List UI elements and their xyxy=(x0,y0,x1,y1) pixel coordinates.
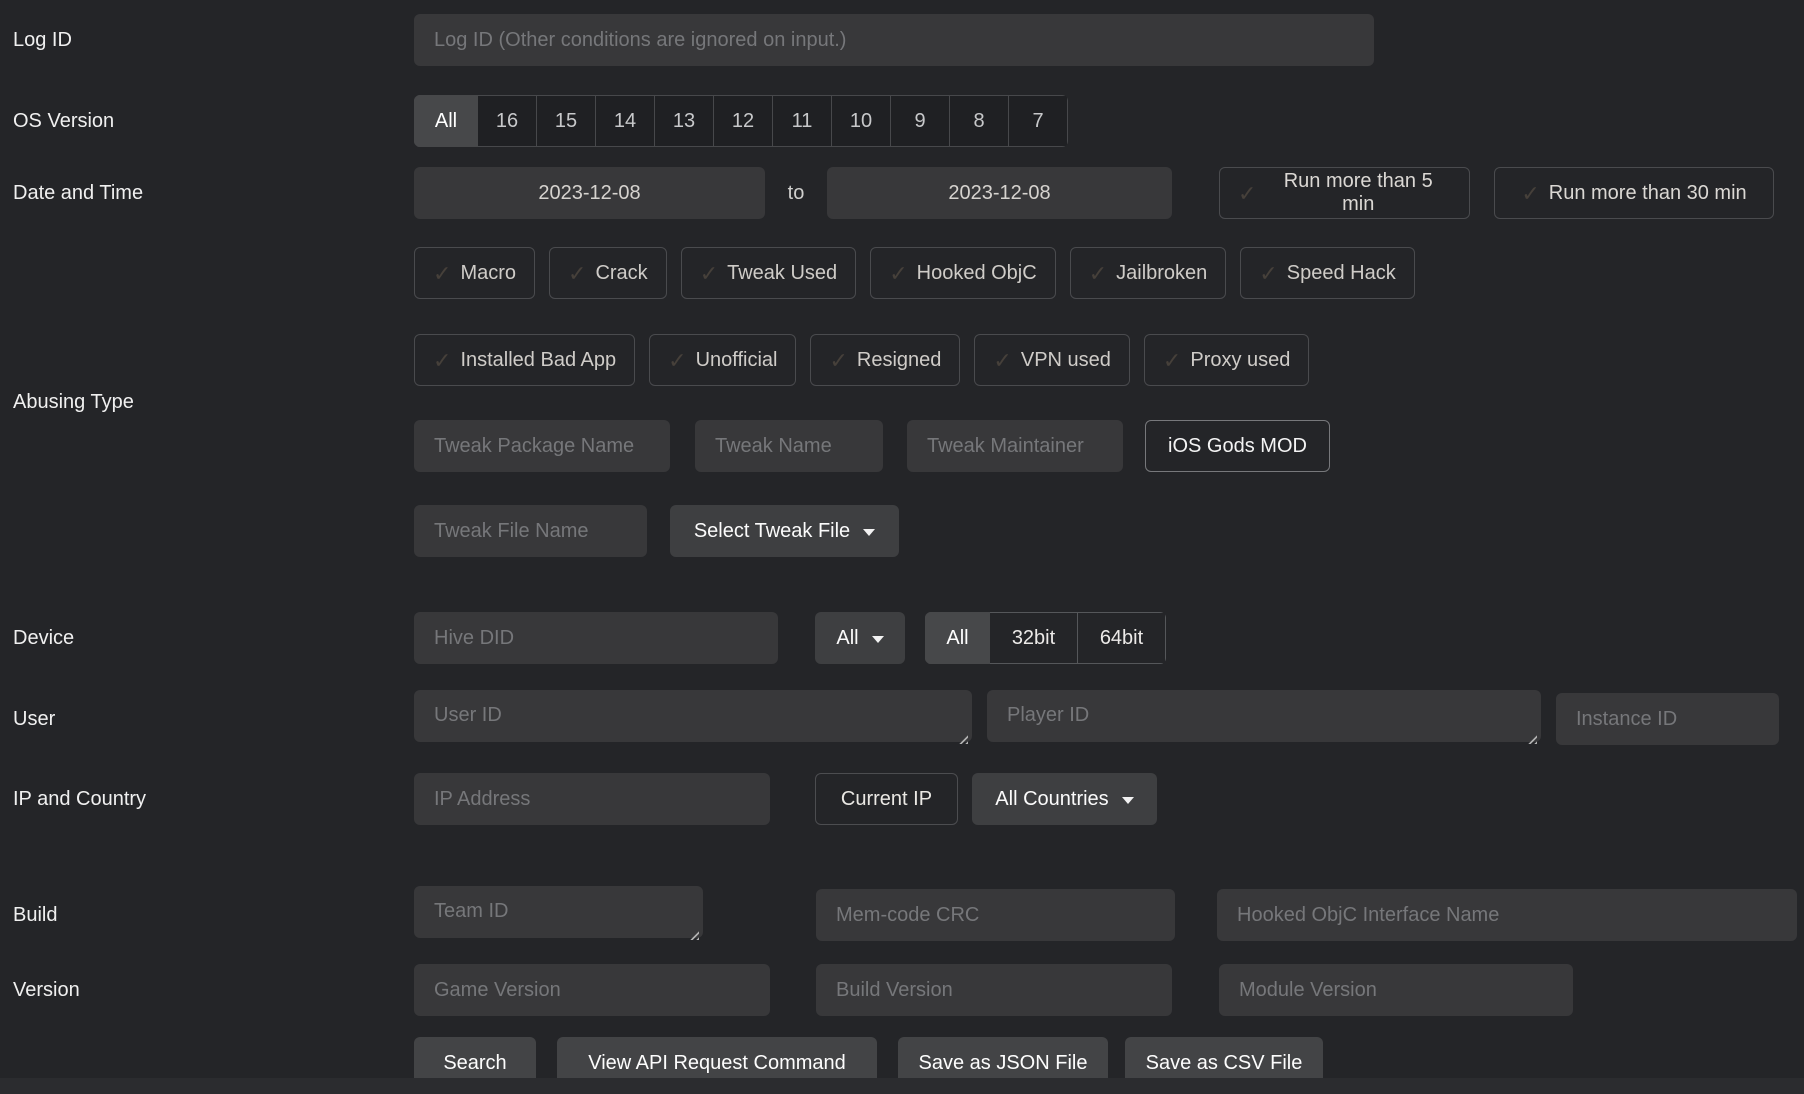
module-version-input[interactable] xyxy=(1219,964,1573,1016)
build-row: Build xyxy=(0,886,1804,944)
build-version-input[interactable] xyxy=(816,964,1172,1016)
os-version-option-7[interactable]: 7 xyxy=(1009,95,1068,147)
toggle-jailbroken[interactable]: ✓ Jailbroken xyxy=(1070,247,1227,299)
page-bottom-edge xyxy=(0,1078,1804,1094)
hive-did-input[interactable] xyxy=(414,612,778,664)
log-id-input[interactable] xyxy=(414,14,1374,66)
os-version-option-14[interactable]: 14 xyxy=(596,95,655,147)
device-row: Device All All 32bit 64bit xyxy=(0,612,1804,664)
check-icon: ✓ xyxy=(1259,263,1277,285)
caret-down-icon xyxy=(863,529,875,536)
abuse-log-search-form: Log ID OS Version All 16 15 14 13 12 11 … xyxy=(0,0,1804,1094)
arch-segmented-control: All 32bit 64bit xyxy=(925,612,1166,664)
toggle-speed-hack[interactable]: ✓ Speed Hack xyxy=(1240,247,1414,299)
arch-option-32bit[interactable]: 32bit xyxy=(990,612,1078,664)
check-icon: ✓ xyxy=(993,350,1011,372)
toggle-installed-bad-app[interactable]: ✓ Installed Bad App xyxy=(414,334,635,386)
toggle-crack[interactable]: ✓ Crack xyxy=(549,247,667,299)
abusing-toggles-row2: ✓ Installed Bad App ✓ Unofficial ✓ Resig… xyxy=(414,334,1415,386)
build-label: Build xyxy=(0,904,414,927)
toggle-run-more-30min[interactable]: ✓ Run more than 30 min xyxy=(1494,167,1774,219)
instance-id-input[interactable] xyxy=(1556,693,1779,745)
os-version-option-all[interactable]: All xyxy=(414,95,478,147)
hooked-objc-interface-input[interactable] xyxy=(1217,889,1797,941)
log-id-label: Log ID xyxy=(0,29,414,52)
os-version-option-10[interactable]: 10 xyxy=(832,95,891,147)
os-version-option-15[interactable]: 15 xyxy=(537,95,596,147)
toggle-tweak-used[interactable]: ✓ Tweak Used xyxy=(681,247,857,299)
os-version-option-9[interactable]: 9 xyxy=(891,95,950,147)
team-id-textarea[interactable] xyxy=(414,886,703,938)
abusing-toggles-row1: ✓ Macro ✓ Crack ✓ Tweak Used ✓ Hooked Ob… xyxy=(414,247,1415,299)
abusing-type-label: Abusing Type xyxy=(0,391,414,414)
os-version-row: OS Version All 16 15 14 13 12 11 10 9 8 … xyxy=(0,95,1804,147)
tweak-name-input[interactable] xyxy=(695,420,883,472)
date-from-input[interactable] xyxy=(414,167,765,219)
user-id-textarea[interactable] xyxy=(414,690,972,742)
toggle-macro[interactable]: ✓ Macro xyxy=(414,247,535,299)
toggle-resigned[interactable]: ✓ Resigned xyxy=(810,334,960,386)
date-range-separator: to xyxy=(765,167,827,219)
toggle-unofficial[interactable]: ✓ Unofficial xyxy=(649,334,796,386)
toggle-hooked-objc[interactable]: ✓ Hooked ObjC xyxy=(870,247,1056,299)
check-icon: ✓ xyxy=(433,263,451,285)
player-id-textarea[interactable] xyxy=(987,690,1541,742)
caret-down-icon xyxy=(872,636,884,643)
log-id-row: Log ID xyxy=(0,14,1804,66)
check-icon: ✓ xyxy=(1521,183,1539,205)
os-version-option-12[interactable]: 12 xyxy=(714,95,773,147)
abusing-type-section: Abusing Type ✓ Macro ✓ Crack ✓ Tweak Use… xyxy=(0,247,1804,557)
os-version-option-16[interactable]: 16 xyxy=(478,95,537,147)
mem-code-crc-input[interactable] xyxy=(816,889,1175,941)
os-version-segmented-control: All 16 15 14 13 12 11 10 9 8 7 xyxy=(414,95,1068,147)
game-version-input[interactable] xyxy=(414,964,770,1016)
ip-address-input[interactable] xyxy=(414,773,770,825)
ip-country-row: IP and Country Current IP All Countries xyxy=(0,773,1804,825)
country-dropdown[interactable]: All Countries xyxy=(972,773,1157,825)
arch-option-all[interactable]: All xyxy=(925,612,990,664)
arch-option-64bit[interactable]: 64bit xyxy=(1078,612,1166,664)
tweak-file-row: Select Tweak File xyxy=(414,505,1415,557)
os-version-option-11[interactable]: 11 xyxy=(773,95,832,147)
check-icon: ✓ xyxy=(700,263,718,285)
select-tweak-file-dropdown[interactable]: Select Tweak File xyxy=(670,505,899,557)
caret-down-icon xyxy=(1122,797,1134,804)
tweak-package-name-input[interactable] xyxy=(414,420,670,472)
check-icon: ✓ xyxy=(1238,183,1256,205)
tweak-file-name-input[interactable] xyxy=(414,505,647,557)
tweak-inputs-row: iOS Gods MOD xyxy=(414,420,1415,472)
current-ip-button[interactable]: Current IP xyxy=(815,773,958,825)
toggle-run-more-5min[interactable]: ✓ Run more than 5 min xyxy=(1219,167,1470,219)
user-row: User xyxy=(0,690,1804,748)
version-label: Version xyxy=(0,979,414,1002)
user-label: User xyxy=(0,708,414,731)
version-row: Version xyxy=(0,964,1804,1016)
ip-country-label: IP and Country xyxy=(0,788,414,811)
check-icon: ✓ xyxy=(1163,350,1181,372)
check-icon: ✓ xyxy=(829,350,847,372)
os-version-option-13[interactable]: 13 xyxy=(655,95,714,147)
toggle-vpn-used[interactable]: ✓ VPN used xyxy=(974,334,1130,386)
date-time-label: Date and Time xyxy=(0,182,414,205)
check-icon: ✓ xyxy=(668,350,686,372)
check-icon: ✓ xyxy=(568,263,586,285)
date-time-row: Date and Time to ✓ Run more than 5 min ✓… xyxy=(0,167,1804,219)
os-version-label: OS Version xyxy=(0,110,414,133)
device-type-dropdown[interactable]: All xyxy=(815,612,905,664)
check-icon: ✓ xyxy=(1089,263,1107,285)
date-to-input[interactable] xyxy=(827,167,1172,219)
device-label: Device xyxy=(0,627,414,650)
check-icon: ✓ xyxy=(433,350,451,372)
tweak-maintainer-input[interactable] xyxy=(907,420,1123,472)
ios-gods-mod-button[interactable]: iOS Gods MOD xyxy=(1145,420,1330,472)
os-version-option-8[interactable]: 8 xyxy=(950,95,1009,147)
toggle-proxy-used[interactable]: ✓ Proxy used xyxy=(1144,334,1310,386)
check-icon: ✓ xyxy=(889,263,907,285)
